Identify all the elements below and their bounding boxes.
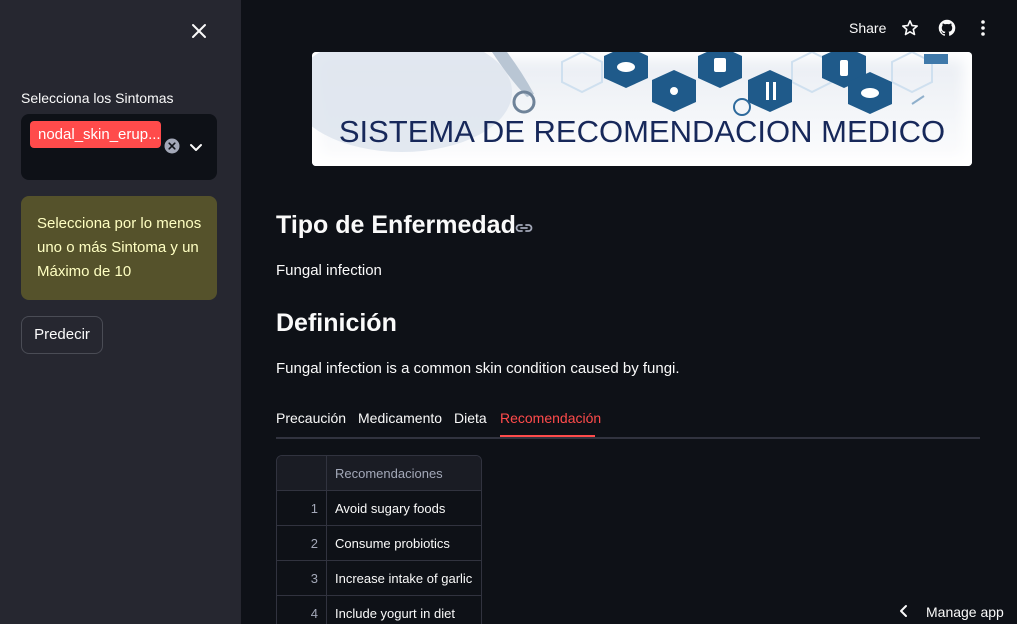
- warning-text: Selecciona por lo menos uno o más Sintom…: [37, 215, 202, 280]
- close-sidebar-icon[interactable]: [186, 18, 212, 44]
- table-row[interactable]: 2 Consume probiotics: [277, 526, 481, 561]
- share-button[interactable]: Share: [849, 20, 886, 36]
- predict-button[interactable]: Predecir: [21, 316, 103, 354]
- row-value: Consume probiotics: [335, 536, 450, 551]
- selected-symptom-chip[interactable]: nodal_skin_erup...: [30, 121, 161, 148]
- chevron-left-icon[interactable]: [897, 603, 911, 619]
- tab-dieta[interactable]: Dieta: [454, 410, 487, 426]
- more-vertical-icon[interactable]: [974, 19, 992, 37]
- recommendations-table[interactable]: Recomendaciones 1 Avoid sugary foods 2 C…: [276, 455, 482, 624]
- warning-message: Selecciona por lo menos uno o más Sintom…: [21, 196, 217, 300]
- table-header-row: Recomendaciones: [277, 456, 481, 491]
- table-row[interactable]: 1 Avoid sugary foods: [277, 491, 481, 526]
- row-index: 2: [277, 526, 327, 561]
- manage-app-button[interactable]: Manage app: [926, 604, 1004, 620]
- github-icon[interactable]: [938, 19, 956, 37]
- row-value: Avoid sugary foods: [335, 501, 446, 516]
- tab-bar: Precaución Medicamento Dieta Recomendaci…: [276, 408, 980, 439]
- star-icon[interactable]: [901, 19, 919, 37]
- sidebar: Selecciona los Sintomas nodal_skin_erup.…: [0, 0, 241, 624]
- row-index: 4: [277, 596, 327, 624]
- tab-precaucion[interactable]: Precaución: [276, 410, 346, 426]
- banner-image: SISTEMA DE RECOMENDACION MEDICO: [312, 52, 972, 166]
- symptoms-multiselect[interactable]: nodal_skin_erup...: [21, 114, 217, 180]
- table-row[interactable]: 4 Include yogurt in diet: [277, 596, 481, 624]
- disease-heading: Tipo de Enfermedad: [276, 211, 516, 239]
- link-icon[interactable]: [514, 220, 534, 236]
- row-value: Increase intake of garlic: [335, 571, 473, 586]
- chevron-down-icon[interactable]: [187, 138, 205, 156]
- clear-selection-icon[interactable]: [164, 138, 180, 154]
- banner-title: SISTEMA DE RECOMENDACION MEDICO: [338, 114, 946, 149]
- active-tab-indicator: [500, 435, 595, 437]
- symptoms-label: Selecciona los Sintomas: [21, 90, 174, 106]
- tab-recomendacion[interactable]: Recomendación: [500, 410, 601, 426]
- row-index: 3: [277, 561, 327, 596]
- column-header[interactable]: Recomendaciones: [335, 456, 443, 491]
- disease-value: Fungal infection: [276, 262, 382, 279]
- definition-heading: Definición: [276, 309, 397, 337]
- row-value: Include yogurt in diet: [335, 606, 455, 621]
- table-row[interactable]: 3 Increase intake of garlic: [277, 561, 481, 596]
- index-header-cell: [277, 456, 327, 491]
- row-index: 1: [277, 491, 327, 526]
- definition-text: Fungal infection is a common skin condit…: [276, 360, 680, 377]
- tab-medicamento[interactable]: Medicamento: [358, 410, 442, 426]
